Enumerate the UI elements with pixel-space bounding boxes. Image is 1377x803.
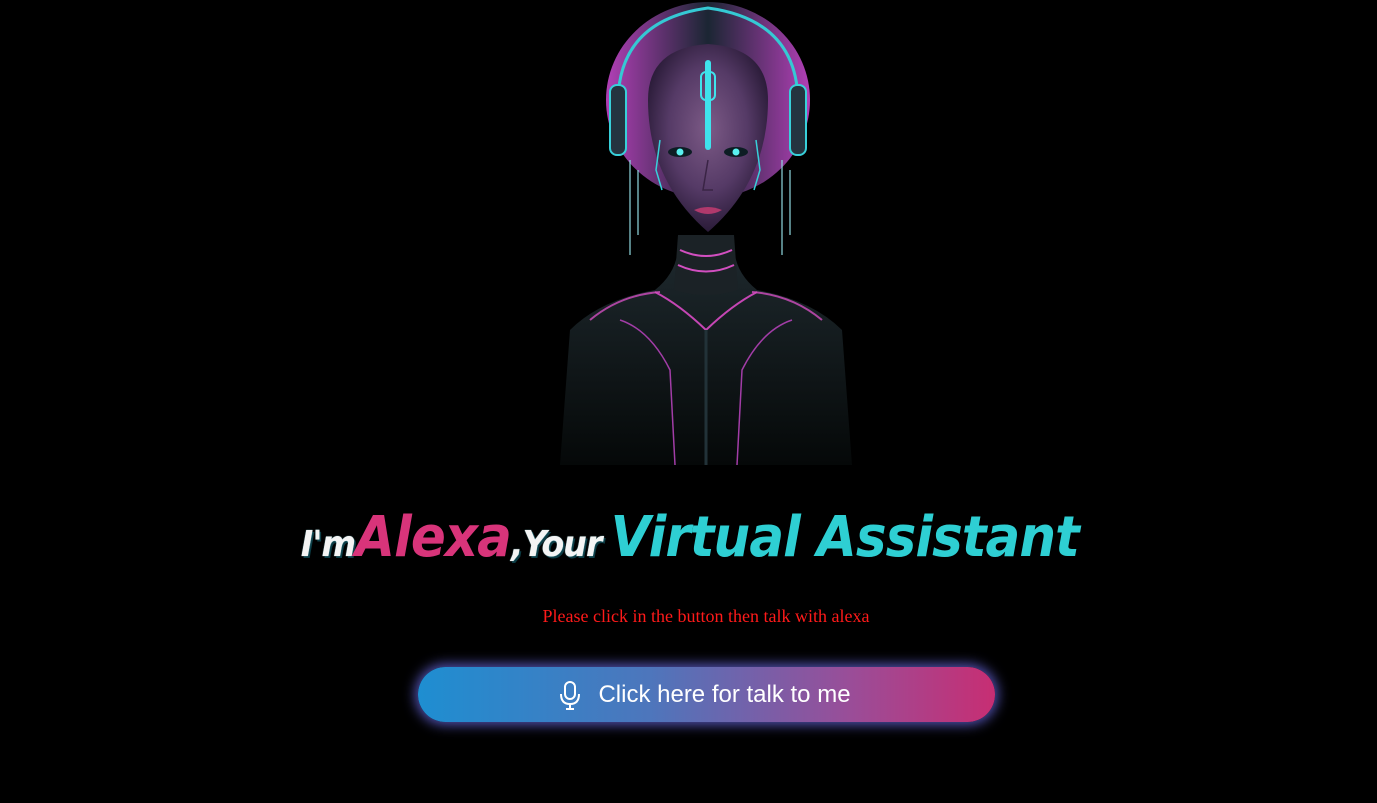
page-headline: I'm Alexa,Your Virtual Assistant bbox=[56, 505, 1323, 570]
assistant-avatar-image bbox=[560, 0, 852, 465]
cyber-woman-avatar-illustration bbox=[560, 2, 852, 465]
headline-assistant-name: Alexa bbox=[355, 505, 512, 570]
headline-im-text: I'm bbox=[300, 524, 356, 565]
talk-button-label: Click here for talk to me bbox=[598, 680, 851, 708]
talk-to-me-button[interactable]: Click here for talk to me bbox=[418, 667, 995, 722]
instruction-text: Please click in the button then talk wit… bbox=[542, 606, 870, 626]
headline-role-text: Virtual Assistant bbox=[610, 505, 1080, 570]
headline-your-text: ,Your bbox=[511, 524, 602, 565]
microphone-icon bbox=[558, 680, 582, 710]
